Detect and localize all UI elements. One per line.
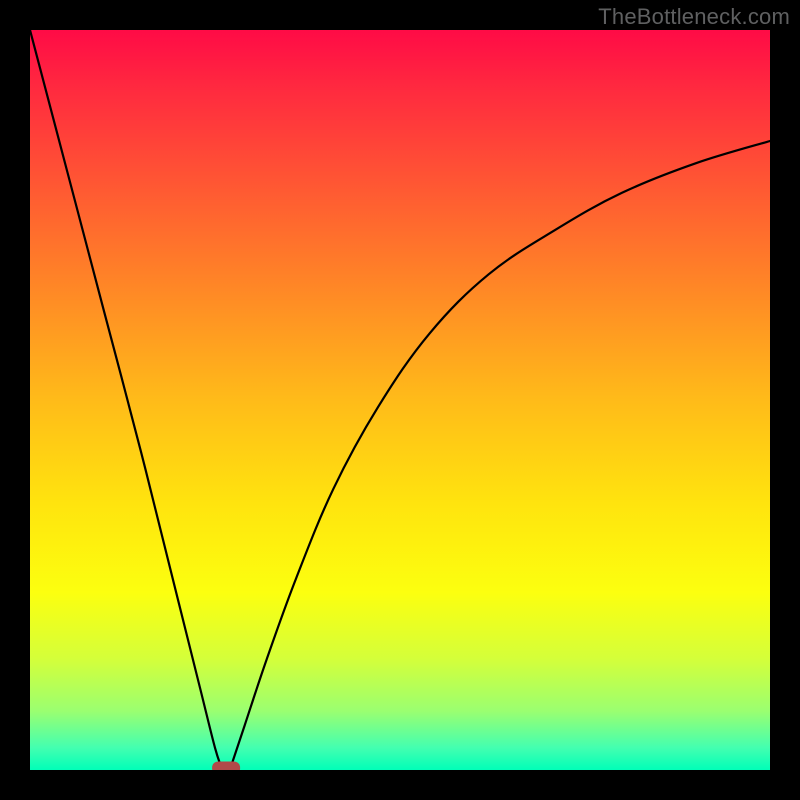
curve-group	[30, 30, 770, 770]
min-marker	[212, 762, 240, 771]
watermark-label: TheBottleneck.com	[598, 4, 790, 30]
curve-left-branch	[30, 30, 222, 770]
chart-frame: TheBottleneck.com	[0, 0, 800, 800]
curve-svg	[30, 30, 770, 770]
plot-area	[30, 30, 770, 770]
curve-right-branch	[230, 141, 770, 770]
